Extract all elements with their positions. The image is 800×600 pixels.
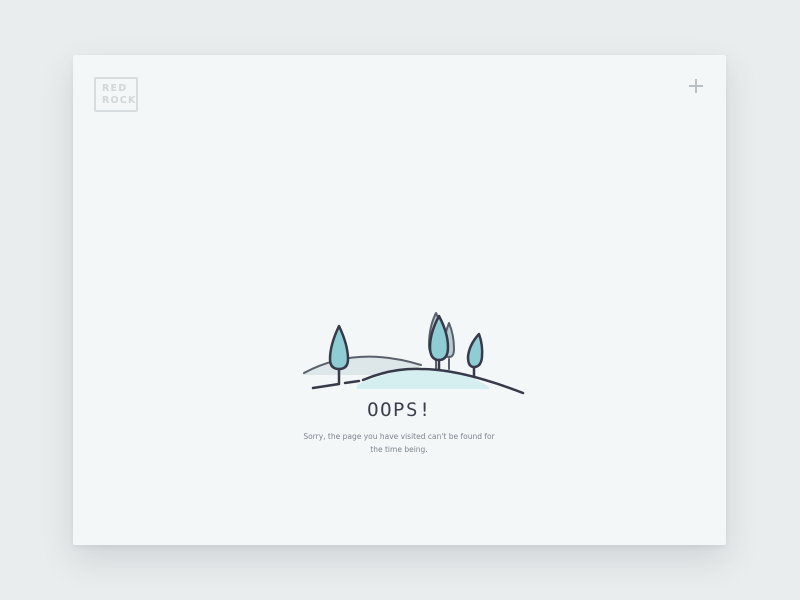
error-card: RED ROCK OOPS! Sorry, the page you have … [73, 55, 726, 545]
error-title: OOPS! [367, 399, 432, 421]
hills-trees-illustration [303, 312, 525, 395]
error-message: Sorry, the page you have visited can't b… [303, 432, 495, 454]
tree-right [466, 332, 484, 379]
plus-icon[interactable] [689, 79, 703, 93]
logo[interactable]: RED ROCK [94, 77, 138, 112]
logo-text-line2: ROCK [102, 95, 137, 106]
front-hill-line [311, 382, 341, 390]
logo-text-line1: RED [102, 83, 128, 94]
